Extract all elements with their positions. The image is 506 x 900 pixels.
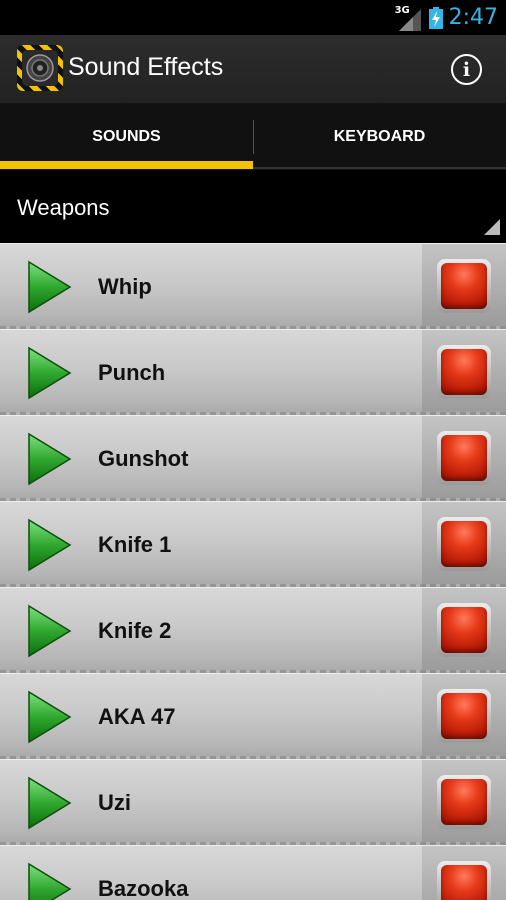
app-title: Sound Effects [68, 53, 224, 81]
tab-bar: SOUNDS KEYBOARD [0, 103, 506, 170]
signal-icon: 3G [395, 5, 423, 31]
sound-label: Knife 1 [98, 532, 172, 557]
tab-sounds[interactable]: SOUNDS [0, 103, 253, 170]
sound-label: Gunshot [98, 446, 189, 471]
sound-label: AKA 47 [98, 704, 176, 729]
status-icons: 3G 2:47 [395, 0, 498, 35]
sound-label: Whip [98, 274, 152, 299]
tab-selected-indicator [0, 161, 253, 169]
sound-label: Bazooka [98, 876, 189, 900]
stop-button[interactable] [437, 345, 491, 399]
list-item[interactable]: Whip [0, 243, 506, 329]
play-icon[interactable] [26, 776, 72, 830]
list-item[interactable]: Punch [0, 329, 506, 415]
sound-label: Punch [98, 360, 166, 385]
play-icon[interactable] [26, 690, 72, 744]
stop-button[interactable] [437, 775, 491, 829]
info-icon: i [462, 58, 471, 81]
stop-button[interactable] [437, 431, 491, 485]
speaker-icon [26, 54, 54, 82]
play-icon[interactable] [26, 518, 72, 572]
stop-button[interactable] [437, 259, 491, 313]
clock: 2:47 [448, 5, 498, 30]
tab-keyboard[interactable]: KEYBOARD [253, 103, 506, 170]
info-button[interactable]: i [451, 54, 482, 85]
stop-button[interactable] [437, 603, 491, 657]
category-selected-label: Weapons [17, 195, 110, 220]
stop-button[interactable] [437, 861, 491, 900]
sound-label: Uzi [98, 790, 131, 815]
play-icon[interactable] [26, 260, 72, 314]
play-icon[interactable] [26, 432, 72, 486]
battery-charging-icon [428, 6, 443, 29]
action-bar: Sound Effects i [0, 35, 506, 103]
sound-list[interactable]: Whip Punch Gunshot Knife 1 Knife 2 AKA 4… [0, 243, 506, 900]
stop-button[interactable] [437, 517, 491, 571]
play-icon[interactable] [26, 862, 72, 900]
tab-underline [253, 167, 506, 169]
sound-label: Knife 2 [98, 618, 172, 643]
stop-button[interactable] [437, 689, 491, 743]
category-dropdown[interactable]: Weapons [0, 170, 506, 243]
list-item[interactable]: Knife 1 [0, 501, 506, 587]
list-item[interactable]: Knife 2 [0, 587, 506, 673]
app-icon[interactable] [17, 45, 63, 91]
list-item[interactable]: Gunshot [0, 415, 506, 501]
list-item[interactable]: AKA 47 [0, 673, 506, 759]
play-icon[interactable] [26, 346, 72, 400]
list-item[interactable]: Uzi [0, 759, 506, 845]
status-bar: 3G 2:47 [0, 0, 506, 35]
dropdown-arrow-icon [484, 219, 500, 235]
list-item[interactable]: Bazooka [0, 845, 506, 900]
play-icon[interactable] [26, 604, 72, 658]
